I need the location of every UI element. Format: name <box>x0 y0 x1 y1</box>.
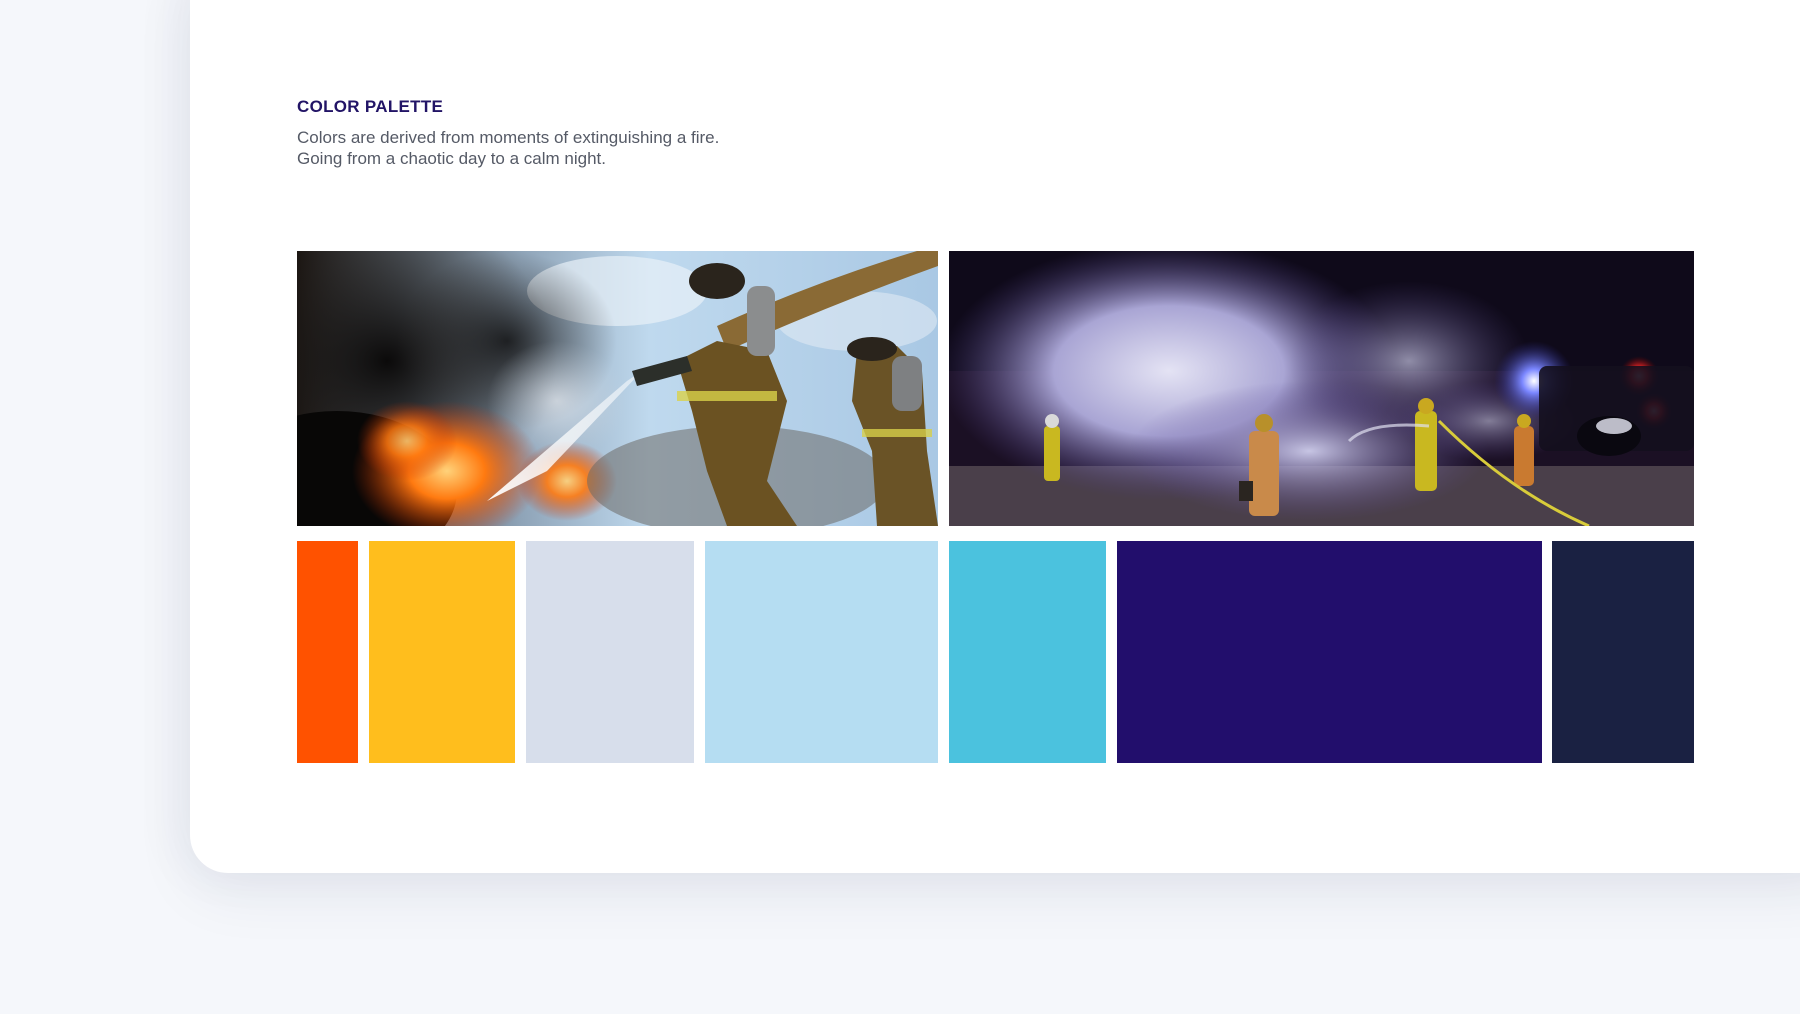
night-smoke-photo <box>949 251 1694 526</box>
swatch-dark-navy <box>1552 541 1694 763</box>
swatch-yellow <box>369 541 515 763</box>
swatch-cyan <box>949 541 1106 763</box>
description-line-1: Colors are derived from moments of extin… <box>297 128 720 147</box>
description-line-2: Going from a chaotic day to a calm night… <box>297 149 606 168</box>
section-description: Colors are derived from moments of extin… <box>297 127 719 169</box>
swatch-deep-indigo <box>1117 541 1542 763</box>
swatch-light-sky-blue <box>705 541 938 763</box>
day-fire-photo <box>297 251 938 526</box>
section-title: COLOR PALETTE <box>297 97 444 116</box>
swatch-orange <box>297 541 358 763</box>
swatch-light-gray-blue <box>526 541 694 763</box>
